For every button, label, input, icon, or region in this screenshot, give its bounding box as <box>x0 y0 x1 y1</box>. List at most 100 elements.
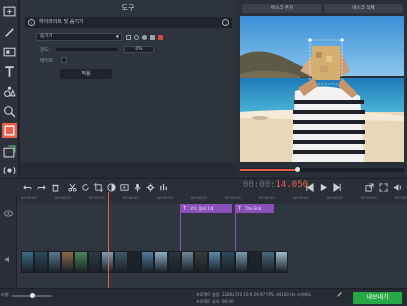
ruler-tick: 00:00:05 <box>55 196 71 200</box>
microphone-icon[interactable] <box>132 182 143 193</box>
ruler-tick: 00:00:00 <box>21 196 37 200</box>
delete-icon[interactable] <box>50 182 61 193</box>
video-clip-thumbnail[interactable] <box>114 251 128 273</box>
export-button[interactable]: 내보내기 <box>353 292 402 304</box>
ruler-tick: 00:00:25 <box>191 196 207 200</box>
strength-value[interactable]: 0% <box>124 46 154 53</box>
ellipse-shape-icon[interactable] <box>134 35 139 40</box>
video-clip-thumbnail[interactable] <box>247 251 262 273</box>
video-clip-thumbnail[interactable] <box>21 251 35 273</box>
ruler-tick: 00:00:15 <box>123 196 139 200</box>
undo-icon[interactable] <box>22 182 33 193</box>
zoom-label: 비율: <box>1 292 10 297</box>
video-clip-thumbnail[interactable] <box>34 251 48 273</box>
edit-tool-icon[interactable] <box>2 24 17 39</box>
ruler-tick: 00:00:55 <box>395 196 407 200</box>
title-clip-icon: T <box>238 206 242 212</box>
import-tool-icon[interactable] <box>2 4 17 19</box>
video-clip-thumbnail[interactable] <box>87 251 102 273</box>
tools-panel: 도구 ‹ 하이라이트 및 숨기기 숨기기 ▼ 강도: 0% 테두리: 적용 <box>20 0 236 162</box>
redo-icon[interactable] <box>36 182 47 193</box>
eye-icon[interactable] <box>4 210 13 217</box>
fullscreen-icon[interactable] <box>378 182 389 193</box>
preview-seek-fill <box>240 169 298 171</box>
play-icon[interactable] <box>318 182 329 193</box>
title-clip-label: 로드 플레 1개 <box>190 206 214 211</box>
timeline-ruler[interactable]: 00:00:00 00:00:05 00:00:10 00:00:15 00:00:20… <box>17 196 407 204</box>
border-label: 테두리: <box>40 59 54 64</box>
video-editor-window: 도구 ‹ 하이라이트 및 숨기기 숨기기 ▼ 강도: 0% 테두리: 적용 마스… <box>0 0 407 306</box>
mute-icon[interactable] <box>4 256 13 263</box>
timecode: 00:00:14.050 <box>243 180 308 190</box>
preview-seek-handle[interactable] <box>294 167 300 172</box>
confirm-icon[interactable] <box>222 19 229 26</box>
cut-icon[interactable] <box>67 182 78 193</box>
detach-preview-icon[interactable] <box>364 182 375 193</box>
video-preview[interactable] <box>240 16 404 162</box>
strength-slider[interactable] <box>56 48 118 51</box>
video-clip-thumbnail[interactable] <box>234 251 248 273</box>
filters-tool-icon[interactable] <box>2 44 17 59</box>
timecode-dim: 00:00: <box>243 180 276 190</box>
ruler-tick: 00:00:50 <box>361 196 377 200</box>
edit-toolbar <box>0 178 407 196</box>
video-clip-thumbnail[interactable] <box>61 251 75 273</box>
stickers-tool-icon[interactable] <box>2 84 17 99</box>
video-clip-thumbnail[interactable] <box>274 251 288 273</box>
title-clip-label: The End <box>245 206 262 211</box>
strength-label: 강도: <box>40 48 50 53</box>
video-clip-thumbnail[interactable] <box>221 251 235 273</box>
next-frame-icon[interactable] <box>332 182 343 193</box>
video-clip-thumbnail[interactable] <box>141 251 155 273</box>
preview-seek-bar[interactable] <box>240 167 404 172</box>
video-clip-thumbnail[interactable] <box>207 251 222 273</box>
mode-select[interactable]: 숨기기 ▼ <box>36 33 122 41</box>
pixelate-icon[interactable] <box>158 35 163 40</box>
playhead[interactable] <box>108 192 109 288</box>
back-icon[interactable]: ‹ <box>28 19 35 26</box>
video-clip-track[interactable] <box>21 251 288 273</box>
video-clip-thumbnail[interactable] <box>127 251 142 273</box>
tool-sidebar <box>0 0 19 178</box>
zoom-slider-handle[interactable] <box>30 293 35 298</box>
highlight-hide-tool-icon[interactable] <box>2 123 17 138</box>
ruler-tick: 00:00:30 <box>225 196 241 200</box>
video-clip-thumbnail[interactable] <box>154 251 168 273</box>
filled-ellipse-icon[interactable] <box>142 35 147 40</box>
chevron-down-icon: ▼ <box>115 34 119 39</box>
audio-levels-icon[interactable] <box>158 182 169 193</box>
volume-icon[interactable] <box>392 182 403 193</box>
mode-select-value: 숨기기 <box>40 34 53 39</box>
title-clip-marker <box>235 213 236 251</box>
title-clip[interactable]: T The End <box>235 204 274 213</box>
section-header: ‹ 하이라이트 및 숨기기 <box>25 17 232 28</box>
titles-tool-icon[interactable] <box>2 64 17 79</box>
title-clip[interactable]: T 로드 플레 1개 <box>180 204 232 213</box>
settings-gear-icon[interactable] <box>145 182 156 193</box>
crop-icon[interactable] <box>93 182 104 193</box>
edit-settings-icon[interactable] <box>337 292 342 297</box>
add-mask-button[interactable]: 마스크 추가 <box>242 4 322 13</box>
rotate-icon[interactable] <box>80 182 91 193</box>
ruler-tick: 00:00:35 <box>259 196 275 200</box>
video-clip-thumbnail[interactable] <box>47 251 62 273</box>
audio-tool-icon[interactable] <box>2 163 17 178</box>
border-checkbox[interactable] <box>61 57 67 63</box>
video-clip-thumbnail[interactable] <box>194 251 208 273</box>
video-clip-thumbnail[interactable] <box>261 251 275 273</box>
remove-mask-button[interactable]: 마스크 삭제 <box>324 4 403 13</box>
video-clip-thumbnail[interactable] <box>74 251 88 273</box>
media-icon[interactable] <box>119 182 130 193</box>
status-bar: 비율: 프로젝트 설정: 1280x720 16:9 29.97 FPS, 44… <box>0 288 407 306</box>
zoom-tool-icon[interactable] <box>2 104 17 119</box>
zoom-slider[interactable] <box>12 293 52 298</box>
video-clip-thumbnail[interactable] <box>181 251 195 273</box>
more-tools-icon[interactable] <box>2 144 17 159</box>
panel-title: 도구 <box>121 4 135 12</box>
rectangle-shape-icon[interactable] <box>126 35 131 40</box>
video-clip-thumbnail[interactable] <box>167 251 182 273</box>
apply-button[interactable]: 적용 <box>60 69 112 79</box>
ruler-tick: 00:00:40 <box>293 196 309 200</box>
filled-rectangle-icon[interactable] <box>150 35 155 40</box>
ruler-tick: 00:00:45 <box>327 196 343 200</box>
